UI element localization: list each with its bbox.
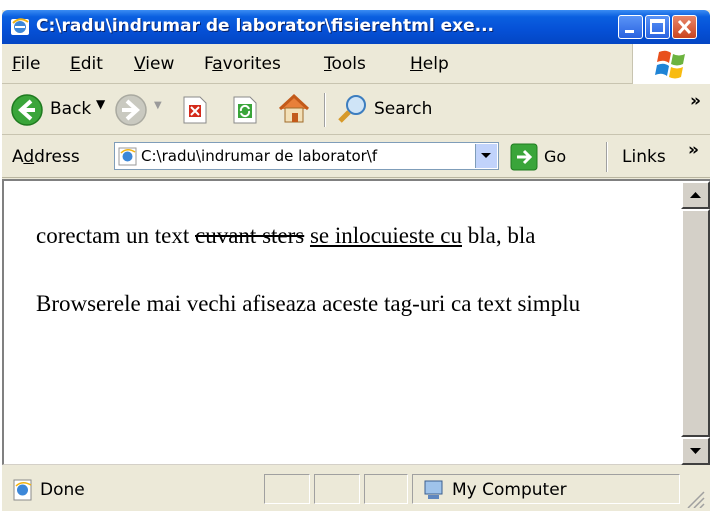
computer-icon <box>424 480 443 499</box>
forward-arrow-icon[interactable] <box>114 93 148 127</box>
close-icon <box>677 19 692 35</box>
address-label-rest: dress <box>34 147 80 167</box>
address-dropdown-button[interactable] <box>475 144 497 168</box>
menu-file-label: ile <box>20 54 41 74</box>
go-arrow-icon[interactable] <box>510 143 538 171</box>
search-icon[interactable] <box>336 92 370 126</box>
scroll-up-button[interactable] <box>681 181 710 209</box>
forward-dropdown-icon[interactable]: ▼ <box>154 100 162 111</box>
scroll-down-icon <box>690 448 701 454</box>
status-segment-3 <box>364 474 408 504</box>
status-text: Done <box>40 480 85 500</box>
toolbar-chevron-icon[interactable]: » <box>690 91 701 111</box>
window-title: C:\radu\indrumar de laborator\fisierehtm… <box>36 16 494 36</box>
menu-favorites-label: vorites <box>222 54 281 74</box>
scroll-up-icon <box>690 192 701 198</box>
menu-help[interactable]: Help <box>410 54 449 74</box>
page-done-icon <box>13 479 32 501</box>
minimize-button[interactable] <box>618 15 643 39</box>
menu-tools[interactable]: Tools <box>324 54 366 74</box>
menu-file-accel: F <box>12 54 21 74</box>
links-chevron-icon[interactable]: » <box>688 140 699 160</box>
back-dropdown-icon[interactable]: ▼ <box>96 97 105 111</box>
refresh-icon[interactable] <box>228 94 260 126</box>
browser-window: C:\radu\indrumar de laborator\fisierehtm… <box>2 10 710 511</box>
close-button[interactable] <box>672 15 697 39</box>
menu-tools-label: ools <box>331 54 366 74</box>
address-input[interactable]: C:\radu\indrumar de laborator\f <box>114 142 499 170</box>
p1-text-start: corectam un text <box>36 223 196 248</box>
toolbar-divider <box>324 93 326 127</box>
scroll-down-button[interactable] <box>681 437 710 465</box>
page-content: corectam un text cuvant sters se inlocui… <box>2 179 710 465</box>
address-label-pre: A <box>12 147 24 167</box>
menu-file[interactable]: File <box>12 54 40 74</box>
menu-bar: File Edit View Favorites Tools Help <box>2 44 710 84</box>
menu-favorites-accel: a <box>212 54 223 74</box>
menu-view-label: iew <box>145 54 175 74</box>
menu-help-label: elp <box>422 54 449 74</box>
menu-edit-label: dit <box>80 54 103 74</box>
home-icon[interactable] <box>276 91 312 127</box>
menu-view-accel: V <box>134 54 146 74</box>
back-button-label[interactable]: Back <box>50 99 91 119</box>
maximize-button[interactable] <box>645 15 670 39</box>
stop-icon[interactable] <box>178 94 210 126</box>
paragraph-1: corectam un text cuvant sters se inlocui… <box>36 219 666 253</box>
page-icon <box>118 147 137 166</box>
paragraph-2: Browserele mai vechi afiseaza aceste tag… <box>36 291 581 316</box>
scrollbar-thumb[interactable] <box>681 209 710 437</box>
document-body: corectam un text cuvant sters se inlocui… <box>36 219 666 321</box>
status-segment-2 <box>314 474 360 504</box>
go-button-label[interactable]: Go <box>544 147 566 166</box>
menu-view[interactable]: View <box>134 54 174 74</box>
address-bar: Address C:\radu\indrumar de laborator\f … <box>2 136 710 178</box>
inserted-text: se inlocuieste cu <box>309 223 462 248</box>
standard-toolbar: Back ▼ ▼ Search » <box>2 85 710 135</box>
address-label: Address <box>12 147 80 167</box>
vertical-scrollbar[interactable] <box>681 181 710 465</box>
menu-favorites-pre: F <box>204 54 213 74</box>
menu-help-accel: H <box>410 54 423 74</box>
back-arrow-icon[interactable] <box>10 93 44 127</box>
status-bar: Done My Computer <box>2 466 710 511</box>
menu-favorites[interactable]: Favorites <box>204 54 281 74</box>
deleted-text: cuvant sters <box>195 223 305 248</box>
minimize-icon <box>625 30 634 33</box>
windows-flag-icon <box>655 50 685 79</box>
menu-edit-accel: E <box>70 54 81 74</box>
address-label-accel: d <box>23 147 35 167</box>
p1-text-end: bla, bla <box>462 223 536 248</box>
maximize-icon <box>650 19 665 34</box>
resize-grip-icon[interactable] <box>684 488 706 508</box>
search-button-label[interactable]: Search <box>374 99 432 119</box>
ie-logo-icon <box>11 18 29 35</box>
throbber-area <box>632 44 710 84</box>
address-divider <box>606 142 608 172</box>
menu-tools-accel: T <box>324 54 332 74</box>
status-segment-1 <box>264 474 310 504</box>
zone-label: My Computer <box>452 480 567 500</box>
chevron-down-icon <box>481 153 491 158</box>
title-bar[interactable]: C:\radu\indrumar de laborator\fisierehtm… <box>2 10 710 44</box>
menu-edit[interactable]: Edit <box>70 54 103 74</box>
address-value: C:\radu\indrumar de laborator\f <box>141 147 378 165</box>
links-label[interactable]: Links <box>622 147 666 167</box>
